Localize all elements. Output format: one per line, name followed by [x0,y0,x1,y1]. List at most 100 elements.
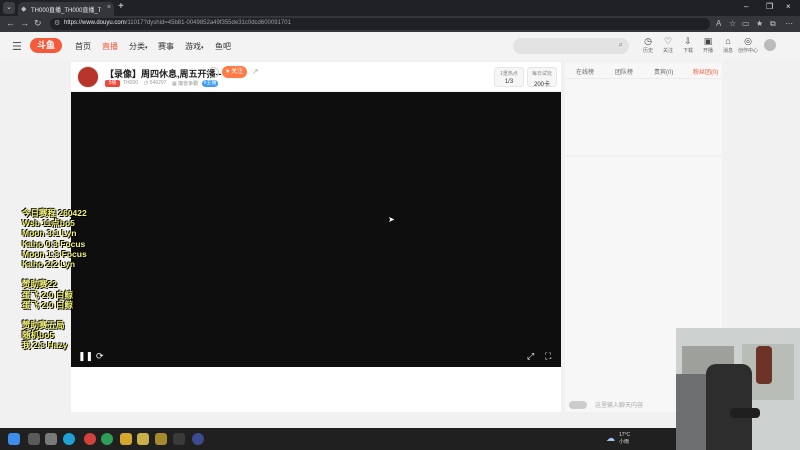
site-header: ☰ 斗鱼 首页 直播 分类▾ 赛事 游戏▾ 鱼吧 ⌕ ◷ 历史 ♡ 关注 ⇩ 下载 ▣… [0,32,800,60]
weather-cloud-icon[interactable]: ☁ [606,433,615,444]
favorite-star-icon[interactable]: ☆ [729,19,736,28]
tab-list-button[interactable]: ⌄ [3,2,15,14]
tab-close-icon[interactable]: × [107,4,111,11]
fullscreen-icon[interactable]: ⛶ [545,351,551,362]
daily-trial-title: 每日试玩 [531,71,552,77]
read-aloud-icon[interactable]: A [716,19,721,28]
app-icon[interactable] [45,433,57,445]
file-explorer-icon[interactable] [28,433,40,445]
web-fullscreen-icon[interactable]: ⤢ [527,351,534,362]
tab-vip[interactable]: 贵宾(0) [654,67,673,76]
nav-games[interactable]: 游戏▾ [185,41,204,52]
daily-trial-card[interactable]: 每日试玩 200卡 [527,67,557,88]
refresh-icon[interactable]: ⟳ [96,351,104,362]
overlay-line: 赞助赛22 [22,279,57,290]
category-icon: ▦ [172,81,177,87]
room-tag[interactable]: #主播 [202,80,218,87]
nav-category[interactable]: 分类▾ [129,41,148,52]
url-text: https://www.douyu.com/11017?dyshid=45b81… [64,20,291,26]
chat-placeholder: 这里输入聊天内容 [595,403,644,409]
windows-start-icon[interactable] [8,433,20,445]
anchor-level-badge: 5级 [105,80,120,87]
room-id-value: 546297 [149,80,167,86]
follow-button-label: 关注 [231,69,244,75]
browser-tab-bar: ⌄ ◆ TH000直播_TH000直播_TH000视频 × + – ❐ × [0,0,800,16]
overlay-line: Kaho 2:2 Lyn [22,258,76,269]
window-close-button[interactable]: × [786,2,791,11]
room-title: 【录像】周四休息,周五开播-- [105,69,222,79]
room-id: ◷ 546297 [144,80,166,86]
tab-fan-club[interactable]: 粉丝团(0) [693,67,718,76]
overlay-line [22,269,92,279]
overlay-line: 随机bo5 [22,330,55,341]
nav-fishbar[interactable]: 鱼吧 [215,41,231,52]
share-icon[interactable]: ↗ [252,67,259,76]
tab-online-rank[interactable]: 在线榜 [576,67,594,76]
chevron-down-icon: ▾ [145,45,148,51]
app-icon[interactable] [192,433,204,445]
app-icon[interactable] [101,433,113,445]
window-maximize-button[interactable]: ❐ [766,2,773,11]
more-menu-icon[interactable]: ⋯ [785,19,793,28]
overlay-line: 赞助赛五局 [22,320,65,331]
pause-icon[interactable]: ❚❚ [78,351,93,362]
browser-toolbar: ← → ↻ ⚙ https://www.douyu.com/11017?dysh… [0,16,800,32]
overlay-line: 蛋飞 2:0 白鲸 [22,299,74,310]
chat-toggle[interactable] [569,401,587,409]
extensions-icon[interactable]: ⧉ [770,19,776,29]
overlay-line: Wsb 11点bo5 [22,218,75,229]
room-category[interactable]: ▦ 魔兽争霸 [172,80,198,87]
weather-widget[interactable]: 17°C 小雨 [619,432,630,446]
overlay-line: 今日赛程 260422 [22,208,87,218]
url-domain: https://www.douyu.com [64,20,126,26]
search-input[interactable]: ⌕ [513,38,629,54]
overlay-line: Moon 1:3 Focus [22,248,87,259]
app-icon[interactable] [120,433,132,445]
webcam-chair-arm [730,408,760,418]
hot-rank-card[interactable]: 1重热点 1/3 [494,67,524,87]
user-avatar[interactable] [764,39,776,51]
weather-condition: 小雨 [619,439,630,445]
mouse-cursor-icon: ➤ [388,215,395,224]
overlay-line: 我 2:3 Hazy [22,340,68,351]
webcam-person [676,374,706,450]
nav-events[interactable]: 赛事 [158,41,174,52]
site-info-icon[interactable]: ⚙ [54,19,60,27]
app-icon[interactable] [137,433,149,445]
hot-rank-title: 1重热点 [500,71,518,77]
search-icon[interactable]: ⌕ [619,40,623,50]
nav-category-label: 分类 [129,42,145,51]
anchor-avatar[interactable] [77,66,99,88]
back-icon[interactable]: ← [6,18,15,28]
follow-button[interactable]: ♥ 关注 [222,66,247,78]
douyu-logo[interactable]: 斗鱼 [30,38,62,53]
app-icon[interactable] [173,433,185,445]
tab-team-rank[interactable]: 团队榜 [615,67,633,76]
report-icon[interactable]: ◌ [208,67,219,78]
nav-home[interactable]: 首页 [75,41,91,52]
menu-icon[interactable]: ☰ [12,40,22,53]
new-tab-button[interactable]: + [118,1,124,12]
overlay-line [22,310,92,320]
rank-panel: 在线榜 团队榜 贵宾(0) 粉丝团(0) [565,62,722,155]
anchor-name[interactable]: TH000 [123,80,138,86]
reload-icon[interactable]: ↻ [34,18,42,29]
webcam-figurine [756,346,772,384]
creator-center-button[interactable]: ◎ 创作中心 [736,36,760,54]
nav-live[interactable]: 直播 [102,41,118,52]
overlay-line: Moon 3:1 Lyn [22,228,77,239]
overlay-line: 蛋飞 2:0 白鲸 [22,289,74,300]
app-icon[interactable] [155,433,167,445]
address-bar[interactable]: ⚙ https://www.douyu.com/11017?dyshid=45b… [50,18,710,30]
window-minimize-button[interactable]: – [744,2,748,11]
edge-browser-icon[interactable] [63,433,75,445]
url-path: /11017?dyshid=45b81-0049852a49f355de31c0… [125,20,291,26]
browser-tab-active[interactable]: ◆ TH000直播_TH000直播_TH000视频 × [18,2,114,16]
favorites-icon[interactable]: ★ [756,19,763,28]
player-footer [71,367,561,412]
forward-icon[interactable]: → [20,18,29,28]
video-player[interactable]: ❚❚ ⟳ ⤢ ⛶ ➤ [71,92,561,367]
hot-rank-value: 1/3 [504,79,514,85]
chrome-icon[interactable] [84,433,96,445]
split-screen-icon[interactable]: ▭ [742,19,750,28]
